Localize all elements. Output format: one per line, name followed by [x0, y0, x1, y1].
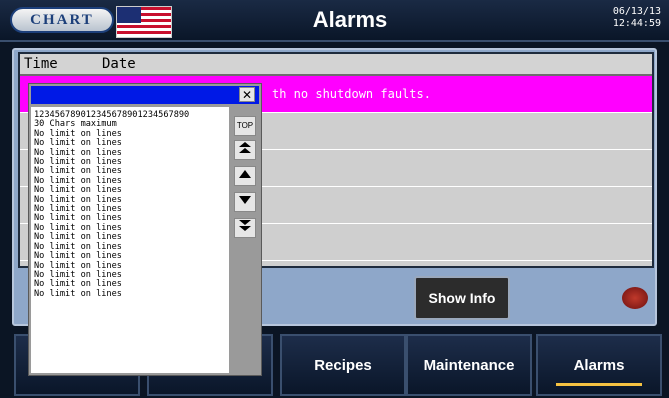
- nav-button-maintenance[interactable]: Maintenance: [406, 334, 532, 396]
- popup-title-bar[interactable]: [31, 86, 259, 104]
- header-bar: CHART Alarms 06/13/13 12:44:59: [0, 0, 669, 42]
- down-arrow-icon[interactable]: [234, 192, 256, 212]
- page-title: Alarms: [312, 7, 388, 32]
- alarm-row-text: th no shutdown faults.: [272, 87, 431, 101]
- popup-text-line: No limit on lines: [34, 288, 122, 299]
- logo-text: CHART: [30, 11, 94, 28]
- alarm-table-header: Time Date: [20, 54, 652, 76]
- date-text: 06/13/13: [612, 6, 661, 17]
- us-flag-icon[interactable]: [116, 6, 172, 38]
- alarm-status-led: [622, 287, 648, 309]
- column-header-time: Time: [24, 56, 58, 72]
- info-popup: ✕ 123456789012345678901234567890 30 Chars…: [28, 83, 262, 376]
- up-arrow-icon[interactable]: [234, 166, 256, 186]
- nav-button-alarms[interactable]: Alarms: [536, 334, 662, 396]
- column-header-date: Date: [102, 56, 136, 72]
- show-info-button[interactable]: Show Info: [414, 276, 510, 320]
- popup-text-area[interactable]: 123456789012345678901234567890 30 Chars m…: [31, 107, 229, 373]
- datetime-display: 06/13/13 12:44:59: [613, 6, 661, 30]
- nav-button-recipes[interactable]: Recipes: [280, 334, 406, 396]
- time-text: 12:44:59: [612, 18, 661, 29]
- last-page-down-icon[interactable]: [234, 218, 256, 238]
- chart-logo: CHART: [10, 7, 114, 33]
- close-icon[interactable]: ✕: [239, 87, 255, 102]
- scroll-top-button[interactable]: TOP: [234, 116, 256, 136]
- first-page-up-icon[interactable]: [234, 140, 256, 160]
